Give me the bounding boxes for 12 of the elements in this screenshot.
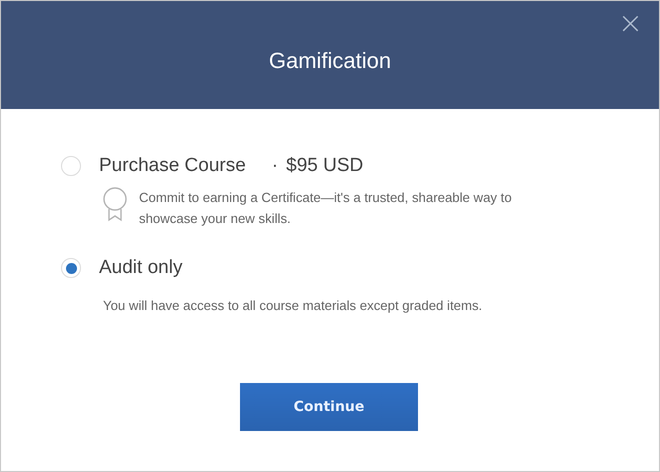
radio-button[interactable]	[61, 258, 81, 278]
option-label: Purchase Course	[99, 155, 246, 177]
separator-dot: ·	[272, 155, 278, 177]
option-label: Audit only	[99, 257, 182, 279]
option-description: You will have access to all course materials except graded items.	[103, 297, 484, 315]
price-label: $95 USD	[286, 155, 364, 177]
dialog-title: Gamification	[268, 48, 392, 74]
continue-button[interactable]: Continue	[240, 383, 418, 431]
option-description: Commit to earning a Certificate—it's a trusted, shareable way to showcase your new skills.	[139, 189, 513, 228]
radio-button[interactable]	[61, 156, 81, 176]
certificate-icon	[101, 187, 129, 223]
close-button[interactable]: ×	[618, 9, 643, 39]
